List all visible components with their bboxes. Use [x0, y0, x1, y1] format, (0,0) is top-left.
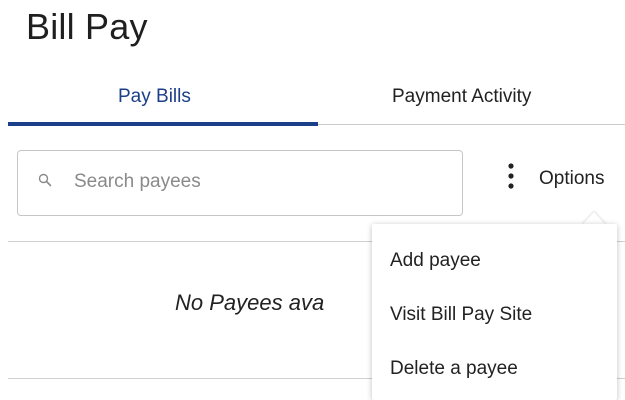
search-box[interactable] — [17, 150, 463, 216]
search-input[interactable] — [74, 171, 444, 193]
active-tab-indicator — [8, 122, 318, 126]
bill-pay-page: Bill Pay Pay Bills Payment Activity Opti… — [0, 0, 625, 400]
tab-bar: Pay Bills Payment Activity — [8, 78, 625, 128]
tab-divider — [318, 124, 625, 125]
options-button[interactable]: Options — [500, 158, 625, 202]
tab-payment-activity[interactable]: Payment Activity — [392, 86, 531, 108]
options-dropdown: Add payee Visit Bill Pay Site Delete a p… — [372, 224, 617, 400]
options-label: Options — [539, 168, 605, 189]
kebab-icon — [508, 162, 514, 192]
search-icon — [38, 173, 52, 187]
tab-pay-bills[interactable]: Pay Bills — [118, 86, 191, 108]
menu-item-add-payee[interactable]: Add payee — [390, 250, 481, 272]
menu-item-visit-bill-pay-site[interactable]: Visit Bill Pay Site — [390, 304, 532, 326]
empty-state-message: No Payees ava — [175, 290, 325, 315]
menu-item-delete-payee[interactable]: Delete a payee — [390, 358, 518, 380]
page-title: Bill Pay — [26, 6, 148, 47]
